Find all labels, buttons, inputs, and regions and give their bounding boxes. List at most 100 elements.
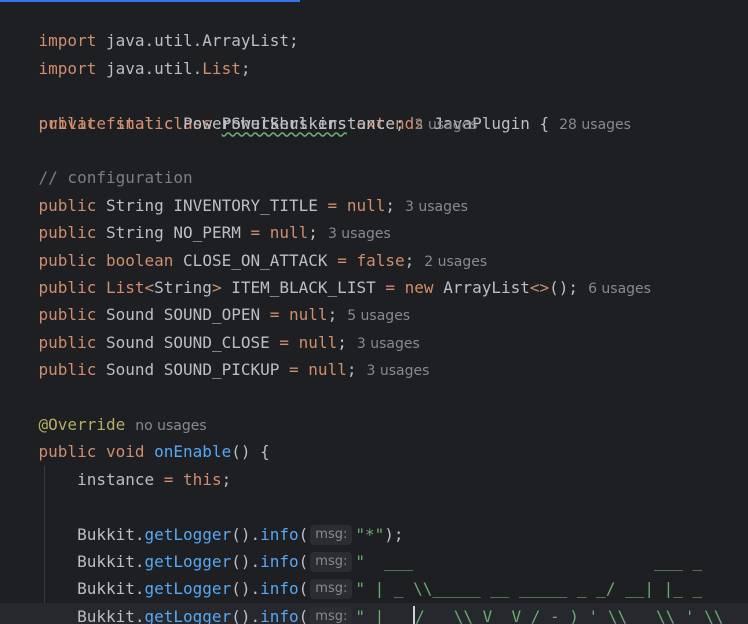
code-line[interactable]: public Sound SOUND_OPEN = null; 5 usages — [0, 301, 411, 328]
code-line[interactable]: public String NO_PERM = null; 3 usages — [0, 219, 391, 246]
type-name: Sound — [105, 360, 155, 380]
type-name: List — [105, 278, 145, 297]
type-name: String — [105, 195, 164, 215]
punct: ( — [298, 552, 309, 571]
usages-hint[interactable]: 2 usages — [415, 117, 478, 133]
code-line[interactable]: import java.util.List; — [0, 27, 251, 78]
usages-hint[interactable]: 2 usages — [424, 254, 487, 270]
punct: (). — [231, 524, 261, 544]
keyword: new — [404, 278, 434, 297]
keyword: private — [38, 113, 106, 133]
usages-hint[interactable]: 5 usages — [347, 308, 410, 324]
usages-hint[interactable]: 6 usages — [588, 281, 651, 297]
punct: <> — [529, 278, 550, 297]
field-name: INVENTORY_TITLE — [173, 195, 318, 215]
literal: null — [308, 360, 347, 380]
string-literal: "*" — [355, 524, 385, 544]
code-line[interactable]: public List<String> ITEM_BLACK_LIST = ne… — [0, 274, 651, 301]
code-line[interactable]: public void onEnable() { — [0, 438, 270, 465]
punct: > — [211, 278, 222, 297]
class-ref: Bukkit. — [77, 579, 145, 599]
code-line[interactable]: Bukkit.getLogger().info(msg: " ___ ___ _ — [0, 548, 702, 575]
keyword: static — [115, 113, 174, 133]
usages-hint[interactable]: 3 usages — [328, 226, 391, 242]
field-name: instance — [77, 469, 155, 489]
punct: { — [529, 113, 550, 133]
code-line[interactable]: public Sound SOUND_PICKUP = null; 3 usage… — [0, 356, 430, 383]
type-name: String — [105, 223, 164, 243]
operator: = — [289, 360, 299, 380]
literal: null — [346, 195, 386, 215]
punct: (). — [231, 579, 261, 599]
code-editor[interactable]: import java.util.ArrayList; import java.… — [0, 0, 748, 624]
field-name: SOUND_OPEN — [163, 305, 261, 325]
method-call: getLogger — [144, 552, 232, 571]
string-literal: / _ \\ V V / -_) '_\\__ \\ ' \\ — [415, 606, 724, 624]
punct: ; — [221, 469, 232, 489]
method-call: getLogger — [144, 579, 232, 599]
punct: ); — [384, 524, 404, 544]
code-line[interactable]: public String INVENTORY_TITLE = null; 3 u… — [0, 192, 468, 219]
keyword: public — [38, 195, 97, 215]
class-ref: Bukkit. — [77, 552, 145, 571]
method-call: getLogger — [144, 524, 232, 544]
code-line[interactable]: Bukkit.getLogger().info(msg: "*"); — [0, 521, 404, 548]
annotation: @Override — [38, 415, 126, 434]
code-line[interactable]: public boolean CLOSE_ON_ATTACK = false; 2… — [0, 247, 488, 274]
punct: ; — [385, 195, 395, 215]
literal: null — [289, 305, 328, 325]
class-ref: Bukkit. — [77, 606, 145, 624]
usages-hint[interactable]: 3 usages — [357, 336, 420, 352]
punct: (); — [549, 278, 579, 297]
punct: ( — [298, 579, 309, 599]
punct: () { — [231, 442, 270, 462]
punct: (). — [231, 552, 261, 571]
keyword: import — [38, 58, 97, 78]
code-line[interactable]: private static PowerShulkers instance; 2 … — [0, 110, 478, 137]
method-call: info — [260, 552, 299, 571]
field-name: NO_PERM — [173, 223, 241, 243]
code-line[interactable]: // configuration — [0, 164, 193, 191]
type-name: PowerShulkers — [183, 113, 309, 133]
operator: = — [385, 278, 395, 297]
type-name: Sound — [105, 305, 155, 325]
code-line[interactable]: Bukkit.getLogger().info(msg: " | _ \\____… — [0, 575, 702, 602]
type-name: Sound — [105, 332, 155, 352]
operator: = — [279, 332, 290, 352]
parameter-hint: msg: — [310, 552, 353, 572]
string-literal: " | _ \\_____ __ _____ _ _/ __| |_ _ — [355, 579, 703, 599]
usages-hint[interactable]: 3 usages — [405, 199, 468, 215]
usages-hint[interactable]: 3 usages — [366, 363, 429, 379]
keyword: public — [38, 360, 97, 380]
parameter-hint: msg: — [310, 606, 353, 624]
punct: ; — [404, 250, 415, 270]
code-line[interactable]: @Override no usages — [0, 411, 207, 438]
punct: (). — [231, 606, 261, 624]
code-line[interactable]: public final class PowerShulkers extends… — [0, 82, 631, 133]
field-name: SOUND_CLOSE — [163, 332, 270, 352]
usages-hint[interactable]: 28 usages — [559, 117, 631, 133]
string-literal: " | _ — [355, 606, 414, 624]
type-name: String — [154, 278, 212, 297]
literal: false — [356, 250, 405, 270]
method-name: onEnable — [154, 442, 232, 462]
parameter-hint: msg: — [310, 579, 353, 600]
method-call: info — [260, 579, 299, 599]
string-literal: " ___ ___ _ — [355, 552, 703, 571]
operator: = — [269, 305, 280, 325]
keyword: public — [38, 332, 97, 352]
comment: // configuration — [38, 168, 193, 188]
punct: ; — [327, 305, 338, 325]
operator: = — [250, 223, 261, 243]
punct: ( — [298, 606, 309, 624]
keyword: public — [38, 223, 97, 243]
type-keyword: boolean — [105, 250, 174, 270]
field-name: instance; — [317, 113, 405, 133]
current-code-line[interactable]: Bukkit.getLogger().info(msg: " | _ / _ \\ … — [0, 602, 748, 624]
code-line[interactable]: import java.util.ArrayList; — [0, 0, 299, 50]
code-line[interactable]: instance = this; — [0, 466, 231, 493]
field-name: SOUND_PICKUP — [163, 360, 280, 380]
usages-hint[interactable]: no usages — [135, 418, 206, 434]
keyword: this — [183, 469, 222, 489]
code-line[interactable]: public Sound SOUND_CLOSE = null; 3 usages — [0, 329, 420, 356]
